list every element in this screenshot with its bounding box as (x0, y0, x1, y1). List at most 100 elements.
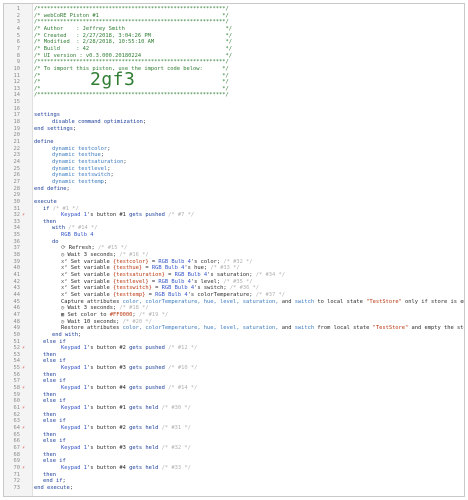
line-number: 50 (13, 331, 21, 338)
token: Keypad 1 (61, 385, 87, 392)
line-number: 5 (16, 32, 20, 39)
token: #FF0000 (109, 311, 133, 318)
token: ; (142, 119, 147, 126)
token: 's switch; (194, 285, 227, 292)
token: /***************************************… (34, 92, 229, 99)
code-text: then (43, 432, 56, 439)
token: Wait 3 seconds; (67, 305, 117, 312)
token: /* #16 */ (116, 252, 149, 259)
token: /* #31 */ (158, 424, 191, 431)
code-line: 52 ⚡ Keypad 1's button #2 gets pushed /* #… (4, 345, 464, 352)
code-text: Keypad 1's button #3 gets pushed /* #10 … (61, 365, 197, 372)
token: and empty the store; (411, 325, 464, 332)
code-text: dynamic testsaturation; (52, 159, 127, 166)
trigger-bolt-icon: ⚡ (22, 365, 26, 372)
token: else if (43, 418, 66, 425)
token: 's button #2 (86, 424, 130, 431)
line-number: 45 (13, 298, 21, 305)
line-number: 10 (13, 65, 21, 72)
token: testtemp (77, 178, 104, 185)
token: /* Created : 2/27/2018, 3:04:26 PM */ (34, 32, 232, 39)
code-line: 7 /* Build : 42 */ (4, 46, 464, 53)
code-text: dynamic testcolor; (52, 146, 110, 153)
token: = (142, 265, 152, 272)
code-text: /***************************************… (34, 59, 229, 66)
code-line: 1/**************************************… (4, 6, 464, 13)
code-line: 54 else if (4, 358, 464, 365)
code-line: 65 then (4, 432, 464, 439)
code-line: 69 else if (4, 458, 464, 465)
line-number: 67 (13, 444, 21, 451)
code-line: 22 dynamic testcolor; (4, 146, 464, 153)
token: gets held (129, 444, 159, 451)
token: Keypad 1 (61, 424, 87, 431)
token: and (278, 325, 295, 332)
token: testhue (77, 152, 101, 159)
line-number: 30 (13, 198, 21, 205)
code-line: 28 end define; (4, 186, 464, 193)
token: /* Author : Jeffrey Smith */ (34, 25, 232, 32)
code-line: 64 ⚡ Keypad 1's button #2 gets held /* #31… (4, 425, 464, 432)
code-text: execute (34, 199, 57, 206)
token: gets pushed (129, 385, 165, 392)
code-text: Keypad 1's button #4 gets held /* #33 */ (61, 465, 191, 472)
code-line: 2 /* webCoRE Piston #1 */ (4, 13, 464, 20)
line-number: 54 (13, 358, 21, 365)
token: /* Build : 42 */ (34, 45, 232, 52)
token: /* #7 */ (164, 212, 195, 219)
code-text: end settings; (34, 126, 76, 133)
code-line: 8/* UI version : v0.3.000.20180224 */ (4, 53, 464, 60)
code-line: 40 x² Set variable {testhue} = RGB Bulb 4… (4, 265, 464, 272)
token: 's hue; (184, 265, 208, 272)
line-number: 52 (13, 345, 21, 352)
code-line: 27 dynamic testtemp; (4, 179, 464, 186)
code-line: 56 then (4, 372, 464, 379)
token: testsaturation (77, 158, 124, 165)
token: 's colorTemperature; (187, 291, 253, 298)
token: ⟳ (61, 245, 69, 252)
token: else if (43, 458, 66, 465)
code-line: 44 x² Set variable {testtemp} = RGB Bulb … (4, 292, 464, 299)
token: Wait 3 seconds; (67, 252, 117, 259)
code-line: 66 else if (4, 438, 464, 445)
code-line: 5 /* Created : 2/27/2018, 3:04:26 PM */ (4, 33, 464, 40)
token: then (43, 431, 56, 438)
line-number: 60 (13, 398, 21, 405)
token: settings (34, 112, 60, 119)
code-text: Keypad 1's button #2 gets pushed /* #12 … (61, 345, 197, 352)
token: ; (62, 478, 66, 485)
code-line: 46 ◷ Wait 3 seconds; /* #18 */ (4, 305, 464, 312)
token: Set variable (70, 272, 113, 278)
token: RGB Bulb 4 (158, 258, 191, 265)
trigger-bolt-icon: ⚡ (22, 424, 26, 431)
token: Keypad 1 (61, 345, 87, 352)
token: 's button #1 (86, 212, 130, 219)
code-line: 36 do (4, 239, 464, 246)
token: then (43, 351, 56, 358)
code-line: 55 ⚡ Keypad 1's button #3 gets pushed /* #… (4, 365, 464, 372)
token: /* #15 */ (94, 245, 128, 252)
code-line: 34 with /* #14 */ (4, 225, 464, 232)
code-line: 41 x² Set variable {testsaturation} = RGB… (4, 272, 464, 279)
token: dynamic (52, 152, 78, 159)
token: 's button #4 (86, 464, 130, 471)
token: Restore attributes (61, 325, 123, 332)
code-text: ▦ Set color to #FF0000; /* #19 */ (61, 312, 168, 319)
token: else if (43, 398, 66, 405)
code-line: 24 dynamic testsaturation; (4, 159, 464, 166)
trigger-bolt-icon: ⚡ (22, 444, 26, 451)
code-line: 63 else if (4, 418, 464, 425)
token: then (43, 371, 56, 378)
token: {testcolor} (112, 258, 149, 265)
line-number: 47 (13, 311, 21, 318)
code-text: Keypad 1's button #2 gets held /* #31 */ (61, 425, 191, 432)
token: dynamic (52, 172, 78, 179)
token: 's button #3 (86, 444, 130, 451)
token: color, colorTemperature, hue, level, sat… (122, 298, 279, 305)
token: /* #10 */ (164, 365, 198, 372)
code-text: x² Set variable {testhue} = RGB Bulb 4's… (61, 265, 240, 272)
token: = (145, 291, 156, 298)
token: do (52, 238, 59, 245)
code-text: dynamic testtemp; (52, 179, 107, 186)
code-text: end with; (52, 332, 81, 339)
